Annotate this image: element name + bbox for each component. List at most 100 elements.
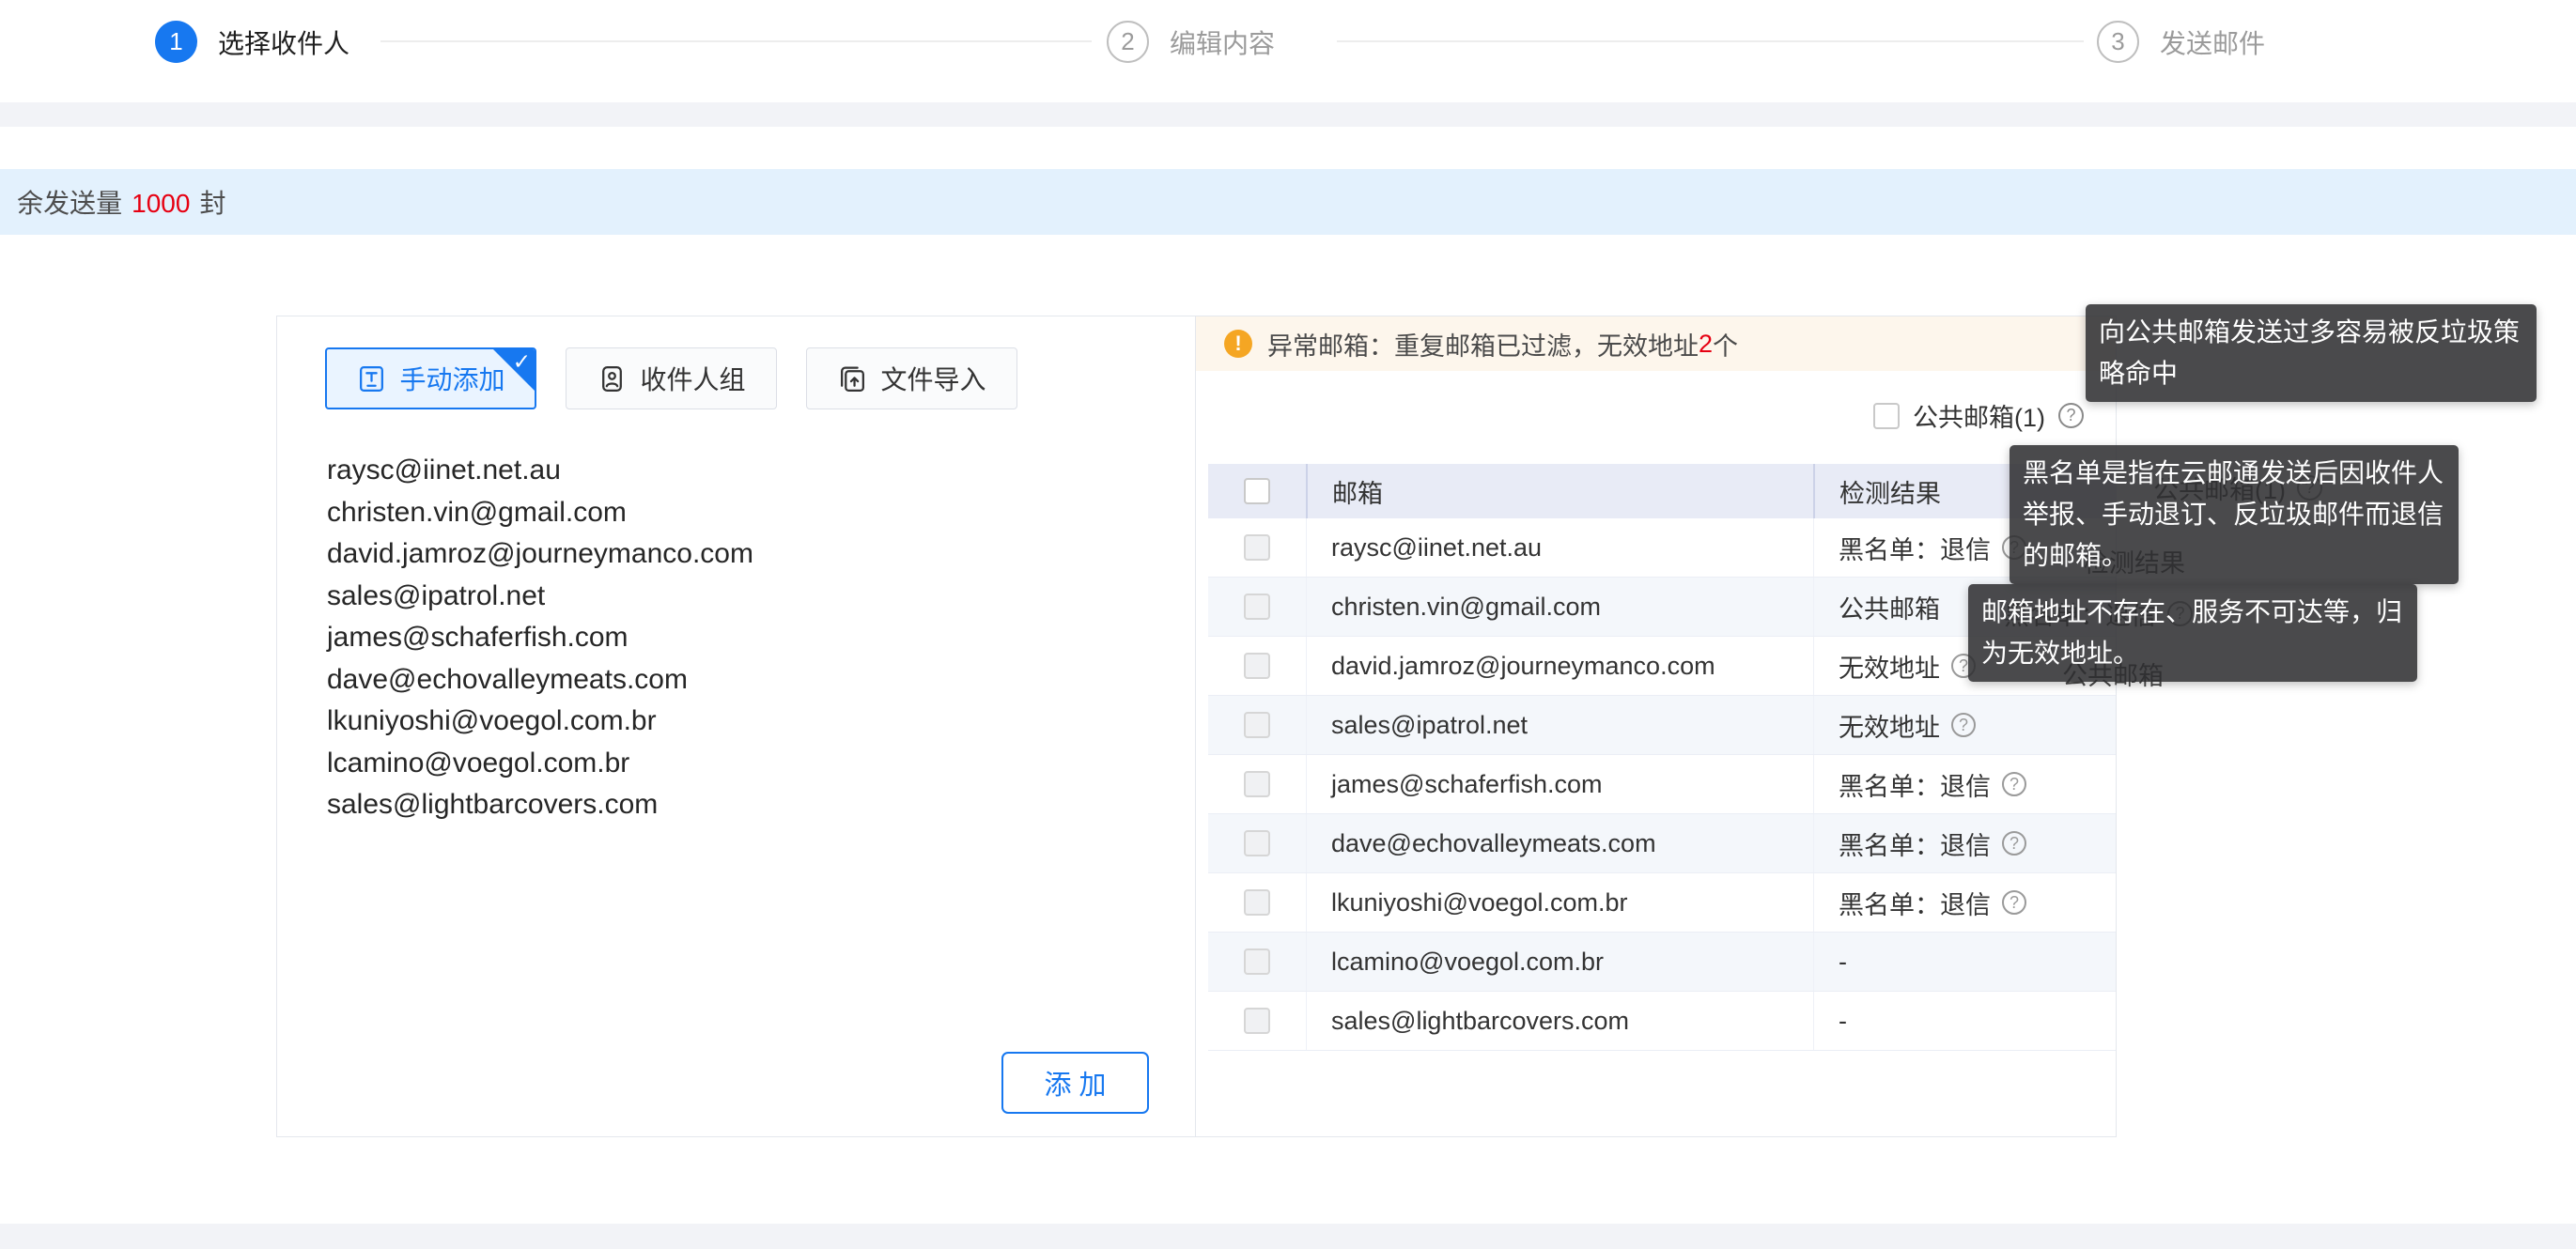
recipient-card: 手动添加 ✓ 收件人组 文件导入 — [276, 316, 2117, 1137]
file-import-icon — [837, 363, 868, 394]
row-email: lcamino@voegol.com.br — [1306, 933, 1813, 991]
step-select-recipients: 1 选择收件人 — [155, 21, 349, 63]
help-icon[interactable]: ? — [2002, 772, 2026, 796]
step-send-mail: 3 发送邮件 — [2097, 21, 2265, 63]
row-email: sales@lightbarcovers.com — [1306, 992, 1813, 1050]
row-checkbox[interactable] — [1244, 830, 1270, 856]
row-checkbox[interactable] — [1244, 653, 1270, 679]
row-checkbox-cell — [1208, 637, 1306, 695]
invalid-count: 2 — [1699, 330, 1713, 359]
row-email: david.jamroz@journeymanco.com — [1306, 637, 1813, 695]
row-result: 黑名单：退信? — [1813, 873, 2116, 932]
row-checkbox-cell — [1208, 814, 1306, 872]
wizard-stepper: 1 选择收件人 2 编辑内容 3 发送邮件 — [0, 0, 2576, 102]
add-button[interactable]: 添 加 — [1001, 1052, 1149, 1114]
step-number-badge: 3 — [2097, 21, 2139, 63]
header-divider-band — [0, 102, 2576, 127]
row-checkbox[interactable] — [1244, 1008, 1270, 1034]
row-checkbox-cell — [1208, 696, 1306, 754]
row-result: 无效地址? — [1813, 696, 2116, 754]
invalid-address-tooltip: 邮箱地址不存在、服务不可达等，归为无效地址。 — [1968, 584, 2417, 682]
row-result: 黑名单：退信? — [1813, 814, 2116, 872]
row-checkbox[interactable] — [1244, 534, 1270, 561]
row-email: james@schaferfish.com — [1306, 755, 1813, 813]
add-mode-tabs: 手动添加 ✓ 收件人组 文件导入 — [325, 347, 1017, 409]
active-tab-check-icon: ✓ — [513, 349, 531, 375]
select-all-checkbox[interactable] — [1244, 478, 1270, 504]
row-checkbox-cell — [1208, 992, 1306, 1050]
header-email-column: 邮箱 — [1306, 464, 1813, 518]
add-recipients-panel: 手动添加 ✓ 收件人组 文件导入 — [277, 316, 1196, 1136]
row-checkbox[interactable] — [1244, 948, 1270, 975]
header-checkbox-cell — [1208, 464, 1306, 518]
step-connector-line — [380, 40, 1092, 42]
send-quota-bar: 余发送量1000封 — [0, 169, 2576, 235]
row-checkbox[interactable] — [1244, 594, 1270, 620]
help-icon[interactable]: ? — [2002, 831, 2026, 856]
abnormal-mailbox-warning: ! 异常邮箱：重复邮箱已过滤，无效地址 2 个 — [1196, 316, 2116, 371]
row-result: 黑名单：退信? — [1813, 755, 2116, 813]
step-label: 发送邮件 — [2160, 23, 2265, 61]
row-checkbox-cell — [1208, 518, 1306, 577]
quota-amount: 1000 — [122, 189, 199, 218]
table-row: dave@echovalleymeats.com黑名单：退信? — [1208, 814, 2116, 873]
row-checkbox-cell — [1208, 873, 1306, 932]
table-header-row: 邮箱 检测结果 — [1208, 464, 2116, 518]
step-number-badge: 2 — [1107, 21, 1149, 63]
email-entry: lkuniyoshi@voegol.com.br — [327, 701, 753, 743]
table-row: lkuniyoshi@voegol.com.br黑名单：退信? — [1208, 873, 2116, 933]
row-checkbox[interactable] — [1244, 712, 1270, 738]
row-result: - — [1813, 992, 2116, 1050]
row-email: raysc@iinet.net.au — [1306, 518, 1813, 577]
row-result: - — [1813, 933, 2116, 991]
tab-label: 手动添加 — [399, 360, 504, 397]
email-entry: david.jamroz@journeymanco.com — [327, 533, 753, 576]
step-number-badge: 1 — [155, 21, 197, 63]
row-checkbox[interactable] — [1244, 889, 1270, 916]
row-checkbox[interactable] — [1244, 771, 1270, 797]
bottom-band — [0, 1224, 2576, 1249]
manual-add-icon — [356, 363, 387, 394]
warning-icon: ! — [1224, 330, 1252, 358]
check-result-panel: ! 异常邮箱：重复邮箱已过滤，无效地址 2 个 公共邮箱(1) ? 邮箱 检测结… — [1196, 316, 2116, 1136]
tab-recipient-group[interactable]: 收件人组 — [566, 347, 777, 409]
quota-label: 余发送量 — [17, 189, 122, 218]
manual-email-input[interactable]: raysc@iinet.net.au christen.vin@gmail.co… — [327, 450, 753, 826]
tab-label: 收件人组 — [640, 360, 745, 397]
step-label: 选择收件人 — [218, 23, 349, 61]
email-entry: christen.vin@gmail.com — [327, 492, 753, 534]
email-entry: dave@echovalleymeats.com — [327, 659, 753, 702]
email-entry: james@schaferfish.com — [327, 617, 753, 659]
table-row: lcamino@voegol.com.br- — [1208, 933, 2116, 992]
tab-manual-add[interactable]: 手动添加 ✓ — [325, 347, 536, 409]
warning-text: 异常邮箱：重复邮箱已过滤，无效地址 — [1267, 326, 1699, 362]
step-label: 编辑内容 — [1170, 23, 1275, 61]
table-row: james@schaferfish.com黑名单：退信? — [1208, 755, 2116, 814]
public-mailbox-filter-row: 公共邮箱(1) ? — [1873, 397, 2084, 434]
table-row: sales@lightbarcovers.com- — [1208, 992, 2116, 1051]
public-mailbox-tooltip: 向公共邮箱发送过多容易被反垃圾策略命中 — [2086, 304, 2537, 402]
email-entry: sales@lightbarcovers.com — [327, 784, 753, 826]
email-entry: lcamino@voegol.com.br — [327, 743, 753, 785]
public-mailbox-checkbox[interactable] — [1873, 403, 1900, 429]
table-row: sales@ipatrol.net无效地址? — [1208, 696, 2116, 755]
quota-unit: 封 — [199, 189, 225, 218]
row-email: sales@ipatrol.net — [1306, 696, 1813, 754]
tab-file-import[interactable]: 文件导入 — [806, 347, 1017, 409]
table-row: raysc@iinet.net.au黑名单：退信? — [1208, 518, 2116, 578]
recipient-group-icon — [597, 363, 628, 394]
row-email: christen.vin@gmail.com — [1306, 578, 1813, 636]
help-icon[interactable]: ? — [2002, 890, 2026, 915]
help-icon[interactable]: ? — [1951, 713, 1976, 737]
email-entry: raysc@iinet.net.au — [327, 450, 753, 492]
help-icon[interactable]: ? — [2058, 403, 2084, 428]
row-email: lkuniyoshi@voegol.com.br — [1306, 873, 1813, 932]
email-entry: sales@ipatrol.net — [327, 576, 753, 618]
tab-label: 文件导入 — [880, 360, 985, 397]
blacklist-tooltip: 黑名单是指在云邮通发送后因收件人举报、手动退订、反垃圾邮件而退信的邮箱。 — [2010, 445, 2459, 584]
check-result-table: 邮箱 检测结果 raysc@iinet.net.au黑名单：退信?christe… — [1208, 464, 2116, 1051]
step-connector-line — [1337, 40, 2084, 42]
row-checkbox-cell — [1208, 933, 1306, 991]
public-mailbox-label: 公共邮箱(1) — [1913, 397, 2045, 434]
row-checkbox-cell — [1208, 755, 1306, 813]
